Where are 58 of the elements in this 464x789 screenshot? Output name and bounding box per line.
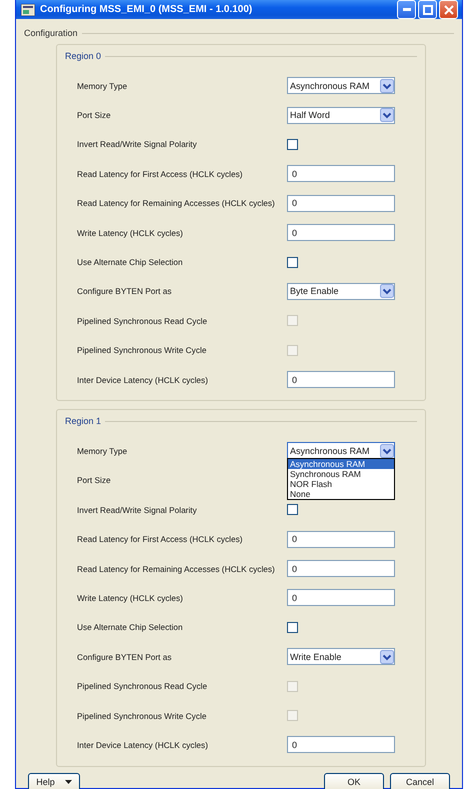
maximize-icon bbox=[422, 4, 432, 14]
input-field[interactable]: 0 bbox=[287, 530, 395, 548]
field-label: Use Alternate Chip Selection bbox=[77, 257, 184, 268]
field-label: Write Latency (HCLK cycles) bbox=[77, 228, 184, 238]
field-label: Configure BYTEN Port as bbox=[77, 652, 173, 662]
dropdown[interactable]: Asynchronous RAM bbox=[287, 77, 395, 94]
input-field[interactable]: 0 bbox=[287, 560, 395, 578]
close-button[interactable] bbox=[439, 0, 458, 19]
field-label: Pipelined Synchronous Write Cycle bbox=[77, 710, 208, 720]
maximize-button[interactable] bbox=[418, 0, 437, 19]
field-label: Memory Type bbox=[77, 80, 128, 91]
help-button[interactable]: Help bbox=[28, 772, 80, 789]
dropdown-option[interactable]: Synchronous RAM bbox=[288, 469, 394, 480]
field-label: Inter Device Latency (HCLK cycles) bbox=[77, 374, 209, 385]
caret-icon bbox=[64, 780, 72, 784]
input-field[interactable]: 0 bbox=[287, 371, 395, 388]
field-label: Write Latency (HCLK cycles) bbox=[77, 592, 184, 603]
dropdown-option[interactable]: Asynchronous RAM bbox=[288, 459, 394, 470]
field-label: Pipelined Synchronous Write Cycle bbox=[77, 345, 208, 356]
field-label: Pipelined Synchronous Read Cycle bbox=[77, 681, 208, 692]
field-label: Configure BYTEN Port as bbox=[77, 286, 173, 296]
window-icon bbox=[21, 4, 35, 16]
field-label: Pipelined Synchronous Read Cycle bbox=[77, 316, 208, 326]
field-label: Inter Device Latency (HCLK cycles) bbox=[77, 740, 209, 750]
field-label: Port Size bbox=[77, 475, 112, 486]
field-label: Read Latency for First Access (HCLK cycles) bbox=[77, 168, 244, 179]
dropdown[interactable]: Asynchronous RAM bbox=[287, 442, 395, 460]
field-label: Read Latency for First Access (HCLK cycles) bbox=[77, 534, 244, 544]
dropdown-option[interactable]: None bbox=[288, 489, 394, 500]
minimize-button[interactable] bbox=[397, 0, 416, 19]
dropdown-option[interactable]: NOR Flash bbox=[288, 479, 394, 490]
field-label: Port Size bbox=[77, 110, 112, 120]
input-field[interactable]: 0 bbox=[287, 736, 395, 754]
checkbox[interactable] bbox=[287, 504, 298, 516]
dropdown[interactable]: Write Enable bbox=[287, 648, 395, 666]
region-title: Region 1 bbox=[65, 416, 102, 426]
field-label: Invert Read/Write Signal Polarity bbox=[77, 504, 198, 515]
dialog-button[interactable]: Cancel bbox=[390, 772, 450, 789]
input-field[interactable]: 0 bbox=[287, 165, 395, 182]
checkbox[interactable] bbox=[287, 622, 298, 633]
dropdown[interactable]: Byte Enable bbox=[287, 282, 395, 300]
input-field[interactable]: 0 bbox=[287, 224, 395, 242]
dialog-button[interactable]: OK bbox=[324, 772, 384, 789]
region-title: Region 0 bbox=[65, 51, 102, 61]
field-label: Memory Type bbox=[77, 446, 128, 456]
checkbox[interactable] bbox=[287, 138, 298, 150]
window-title: Configuring MSS_EMI_0 (MSS_EMI - 1.0.100) bbox=[40, 4, 254, 15]
group-title: Configuration bbox=[24, 28, 78, 38]
checkbox[interactable] bbox=[287, 256, 298, 268]
input-field[interactable]: 0 bbox=[287, 194, 395, 212]
minimize-icon bbox=[402, 8, 410, 11]
field-label: Read Latency for Remaining Accesses (HCLK cycles) bbox=[77, 564, 276, 574]
field-label: Invert Read/Write Signal Polarity bbox=[77, 139, 198, 150]
field-label: Read Latency for Remaining Accesses (HCLK cycles) bbox=[77, 198, 276, 208]
field-label: Use Alternate Chip Selection bbox=[77, 622, 184, 632]
input-field[interactable]: 0 bbox=[287, 589, 395, 606]
close-icon bbox=[444, 4, 454, 14]
dropdown[interactable]: Half Word bbox=[287, 106, 395, 124]
